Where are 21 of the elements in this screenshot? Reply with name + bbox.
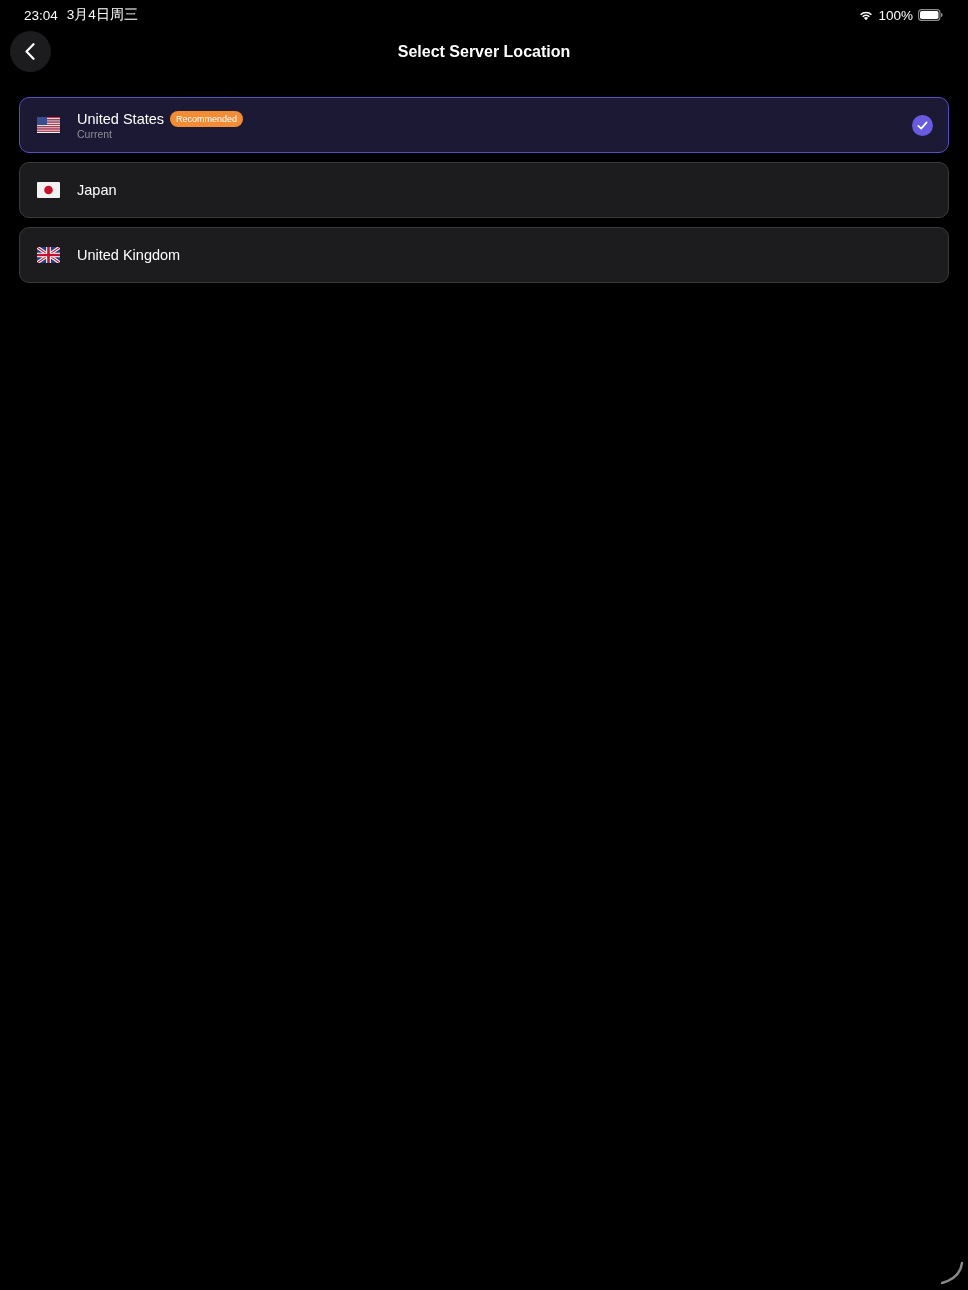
status-time: 23:04 [24, 7, 58, 23]
back-button[interactable] [10, 31, 51, 72]
uk-flag-icon [37, 247, 60, 263]
location-name: United Kingdom [77, 247, 181, 263]
location-name: Japan [77, 182, 117, 198]
location-name: United States [77, 110, 165, 127]
us-flag-icon [37, 117, 60, 133]
battery-icon [918, 9, 943, 21]
chevron-left-icon [24, 43, 35, 60]
corner-arc-icon [940, 1261, 964, 1285]
location-option[interactable]: United Kingdom [19, 227, 949, 283]
checkmark-icon [912, 114, 933, 136]
location-status: Current [77, 127, 113, 140]
location-option[interactable]: Japan [19, 162, 949, 218]
battery-percent: 100% [878, 7, 913, 23]
page-title: Select Server Location [397, 42, 571, 61]
recommended-badge: Recommended [170, 110, 244, 127]
status-date: 3月4日周三 [66, 6, 138, 24]
japan-flag-icon [37, 182, 60, 198]
location-option[interactable]: United States Recommended Current [19, 97, 949, 153]
wifi-icon [859, 9, 874, 21]
